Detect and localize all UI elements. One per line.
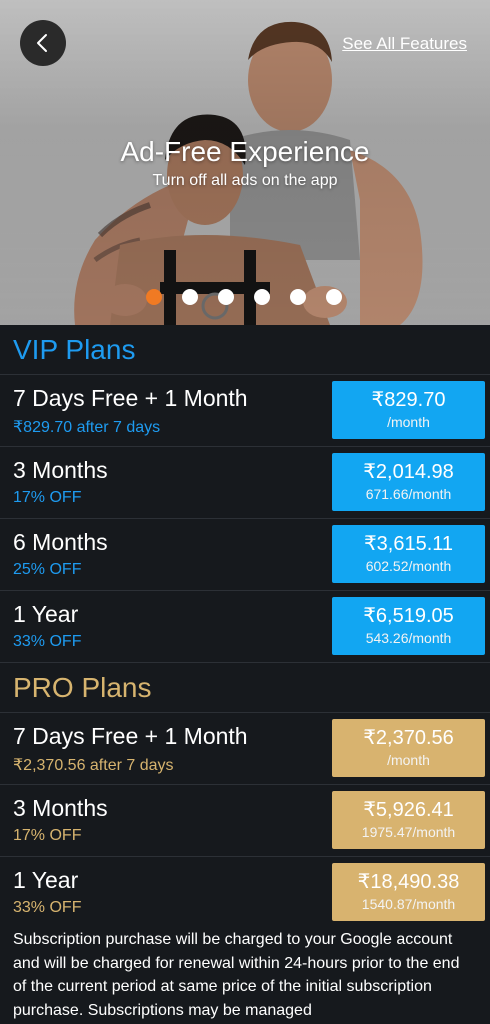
carousel-dot-4[interactable]: [254, 289, 270, 305]
carousel-dot-1[interactable]: [146, 289, 162, 305]
plan-subtext: ₹829.70 after 7 days: [13, 419, 161, 436]
carousel-dot-5[interactable]: [290, 289, 306, 305]
price-button[interactable]: ₹3,615.11 602.52/month: [332, 525, 485, 583]
price-per-month: 543.26/month: [365, 630, 452, 646]
plan-name: 1 Year: [13, 601, 79, 627]
price-total: ₹18,490.38: [357, 871, 460, 893]
vip-plan-row[interactable]: 6 Months 25% OFF ₹3,615.11 602.52/month: [0, 518, 490, 590]
price-button[interactable]: ₹829.70 /month: [332, 381, 485, 439]
carousel-dot-2[interactable]: [182, 289, 198, 305]
plan-subtext: 17% OFF: [13, 489, 82, 506]
plan-subtext: ₹2,370.56 after 7 days: [13, 757, 174, 774]
price-button[interactable]: ₹2,014.98 671.66/month: [332, 453, 485, 511]
carousel-dot-3[interactable]: [218, 289, 234, 305]
price-button[interactable]: ₹6,519.05 543.26/month: [332, 597, 485, 655]
price-total: ₹3,615.11: [363, 533, 454, 555]
hero-subtitle: Turn off all ads on the app: [152, 172, 338, 189]
plan-subtext: 17% OFF: [13, 827, 82, 844]
see-all-features-link[interactable]: See All Features: [342, 34, 467, 54]
carousel-indicator: [146, 289, 342, 305]
hero-title: Ad-Free Experience: [120, 136, 370, 167]
vip-plan-row[interactable]: 3 Months 17% OFF ₹2,014.98 671.66/month: [0, 446, 490, 518]
price-total: ₹2,014.98: [363, 461, 454, 483]
price-per-month: /month: [387, 752, 430, 768]
price-total: ₹6,519.05: [363, 605, 454, 627]
chevron-left-icon: [37, 34, 47, 52]
plan-name: 3 Months: [13, 457, 108, 483]
price-per-month: 1540.87/month: [361, 896, 456, 912]
price-per-month: 602.52/month: [365, 558, 452, 574]
plan-name: 7 Days Free + 1 Month: [13, 723, 248, 749]
vip-plans-heading: VIP Plans: [13, 334, 136, 365]
price-per-month: 671.66/month: [365, 486, 452, 502]
plan-name: 7 Days Free + 1 Month: [13, 385, 248, 411]
subscription-disclaimer: Subscription purchase will be charged to…: [13, 931, 460, 1019]
price-per-month: 1975.47/month: [361, 824, 456, 840]
plan-subtext: 25% OFF: [13, 561, 82, 578]
price-total: ₹829.70: [371, 389, 446, 411]
pro-plans-heading: PRO Plans: [0, 662, 490, 712]
hero-banner: See All Features Ad-Free Experience Turn…: [0, 0, 490, 325]
plan-name: 1 Year: [13, 867, 79, 893]
plan-subtext: 33% OFF: [13, 633, 82, 650]
plan-subtext: 33% OFF: [13, 899, 82, 916]
price-total: ₹2,370.56: [363, 727, 454, 749]
plans-list: VIP Plans 7 Days Free + 1 Month ₹829.70 …: [0, 325, 490, 928]
vip-plan-row[interactable]: 7 Days Free + 1 Month ₹829.70 after 7 da…: [0, 374, 490, 446]
pro-plan-row[interactable]: 7 Days Free + 1 Month ₹2,370.56 after 7 …: [0, 712, 490, 784]
pro-plan-row[interactable]: 1 Year 33% OFF ₹18,490.38 1540.87/month: [0, 856, 490, 928]
price-button[interactable]: ₹18,490.38 1540.87/month: [332, 863, 485, 921]
pro-plan-row[interactable]: 3 Months 17% OFF ₹5,926.41 1975.47/month: [0, 784, 490, 856]
vip-plan-row[interactable]: 1 Year 33% OFF ₹6,519.05 543.26/month: [0, 590, 490, 662]
plan-name: 6 Months: [13, 529, 108, 555]
back-button[interactable]: [20, 20, 66, 66]
carousel-dot-6[interactable]: [326, 289, 342, 305]
price-total: ₹5,926.41: [363, 799, 454, 821]
price-button[interactable]: ₹2,370.56 /month: [332, 719, 485, 777]
price-button[interactable]: ₹5,926.41 1975.47/month: [332, 791, 485, 849]
plan-name: 3 Months: [13, 795, 108, 821]
price-per-month: /month: [387, 414, 430, 430]
